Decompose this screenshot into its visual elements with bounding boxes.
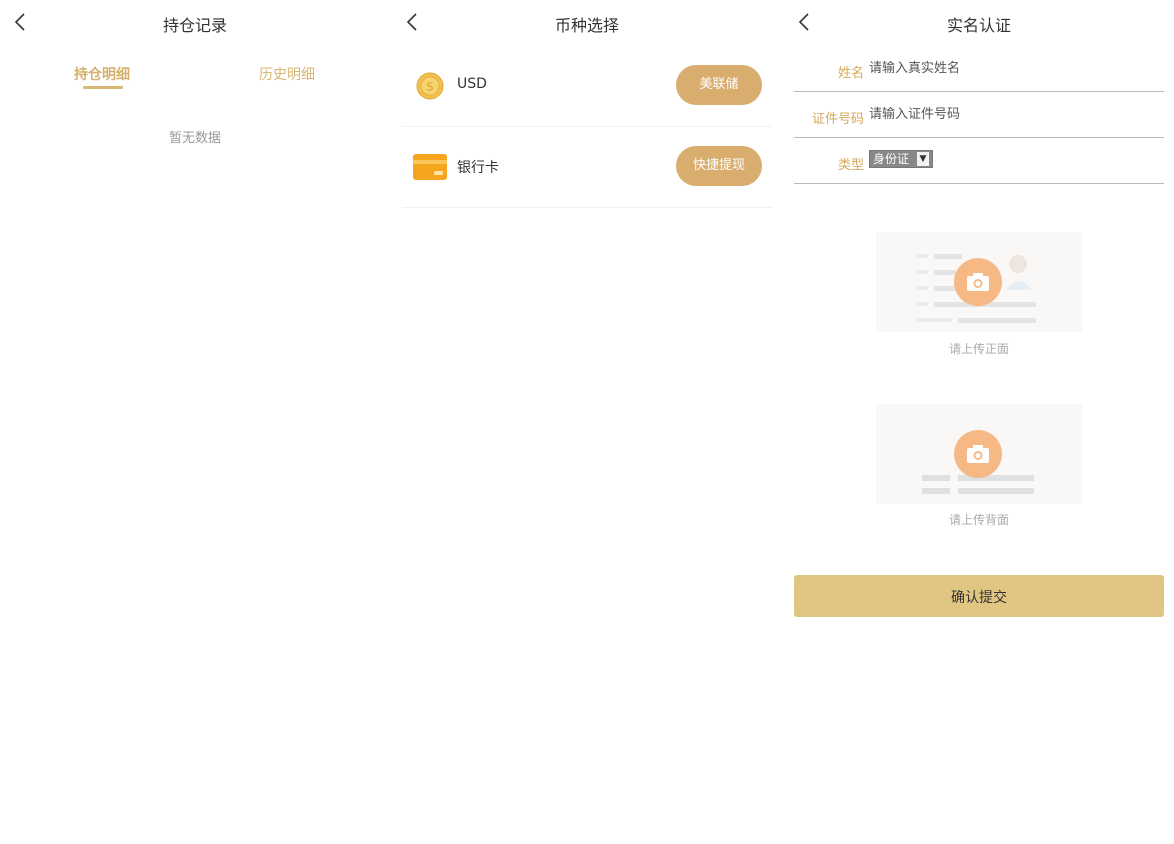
upload-back-label: 请上传背面	[948, 513, 1009, 527]
currency-row-bank-card[interactable]: 银行卡 快捷提现	[402, 127, 772, 208]
id-number-input[interactable]	[869, 102, 1159, 126]
name-label: 姓名	[837, 66, 864, 81]
page-title: 持仓记录	[162, 16, 227, 35]
id-type-label: 类型	[837, 158, 864, 173]
chevron-down-icon: ▼	[917, 152, 929, 166]
page-title: 币种选择	[554, 16, 619, 35]
fed-reserve-button[interactable]: 美联储	[676, 65, 762, 105]
tab-current-holdings[interactable]: 持仓明细	[74, 64, 130, 84]
active-tab-indicator	[83, 86, 123, 89]
currency-label: USD	[457, 76, 487, 92]
name-field-row: 姓名	[794, 46, 1164, 92]
id-type-selected: 身份证	[873, 152, 910, 166]
svg-text:S: S	[427, 81, 434, 94]
tab-bar: 持仓明细 历史明细	[0, 46, 390, 92]
upload-front-label: 请上传正面	[948, 342, 1009, 356]
id-number-field-row: 证件号码	[794, 92, 1164, 138]
quick-withdraw-button[interactable]: 快捷提现	[676, 146, 762, 186]
id-number-label: 证件号码	[811, 112, 864, 127]
tab-history[interactable]: 历史明细	[259, 64, 315, 84]
bank-card-icon	[412, 152, 448, 182]
currency-panel: 币种选择 S USD 美联储 银行卡 快捷提现	[392, 0, 782, 844]
camera-icon	[954, 430, 1002, 478]
holdings-panel: 持仓记录 持仓明细 历史明细 暂无数据	[0, 0, 390, 844]
camera-icon	[954, 258, 1002, 306]
id-type-field-row: 类型 身份证 ▼	[794, 138, 1164, 184]
currency-row-usd[interactable]: S USD 美联储	[402, 46, 772, 127]
page-title: 实名认证	[946, 16, 1011, 35]
upload-front-area[interactable]	[876, 232, 1082, 332]
name-input[interactable]	[869, 56, 1159, 80]
upload-back-area[interactable]	[876, 404, 1082, 504]
currency-label: 银行卡	[457, 160, 499, 176]
empty-state-text: 暂无数据	[168, 131, 221, 146]
verification-panel: 实名认证 姓名 证件号码 类型 身份证 ▼	[784, 0, 1174, 844]
submit-button[interactable]: 确认提交	[794, 575, 1164, 617]
verification-header: 实名认证	[784, 0, 1174, 46]
id-type-select[interactable]: 身份证 ▼	[869, 150, 933, 168]
currency-header: 币种选择	[392, 0, 782, 46]
coin-icon: S	[416, 72, 444, 100]
holdings-header: 持仓记录	[0, 0, 390, 46]
